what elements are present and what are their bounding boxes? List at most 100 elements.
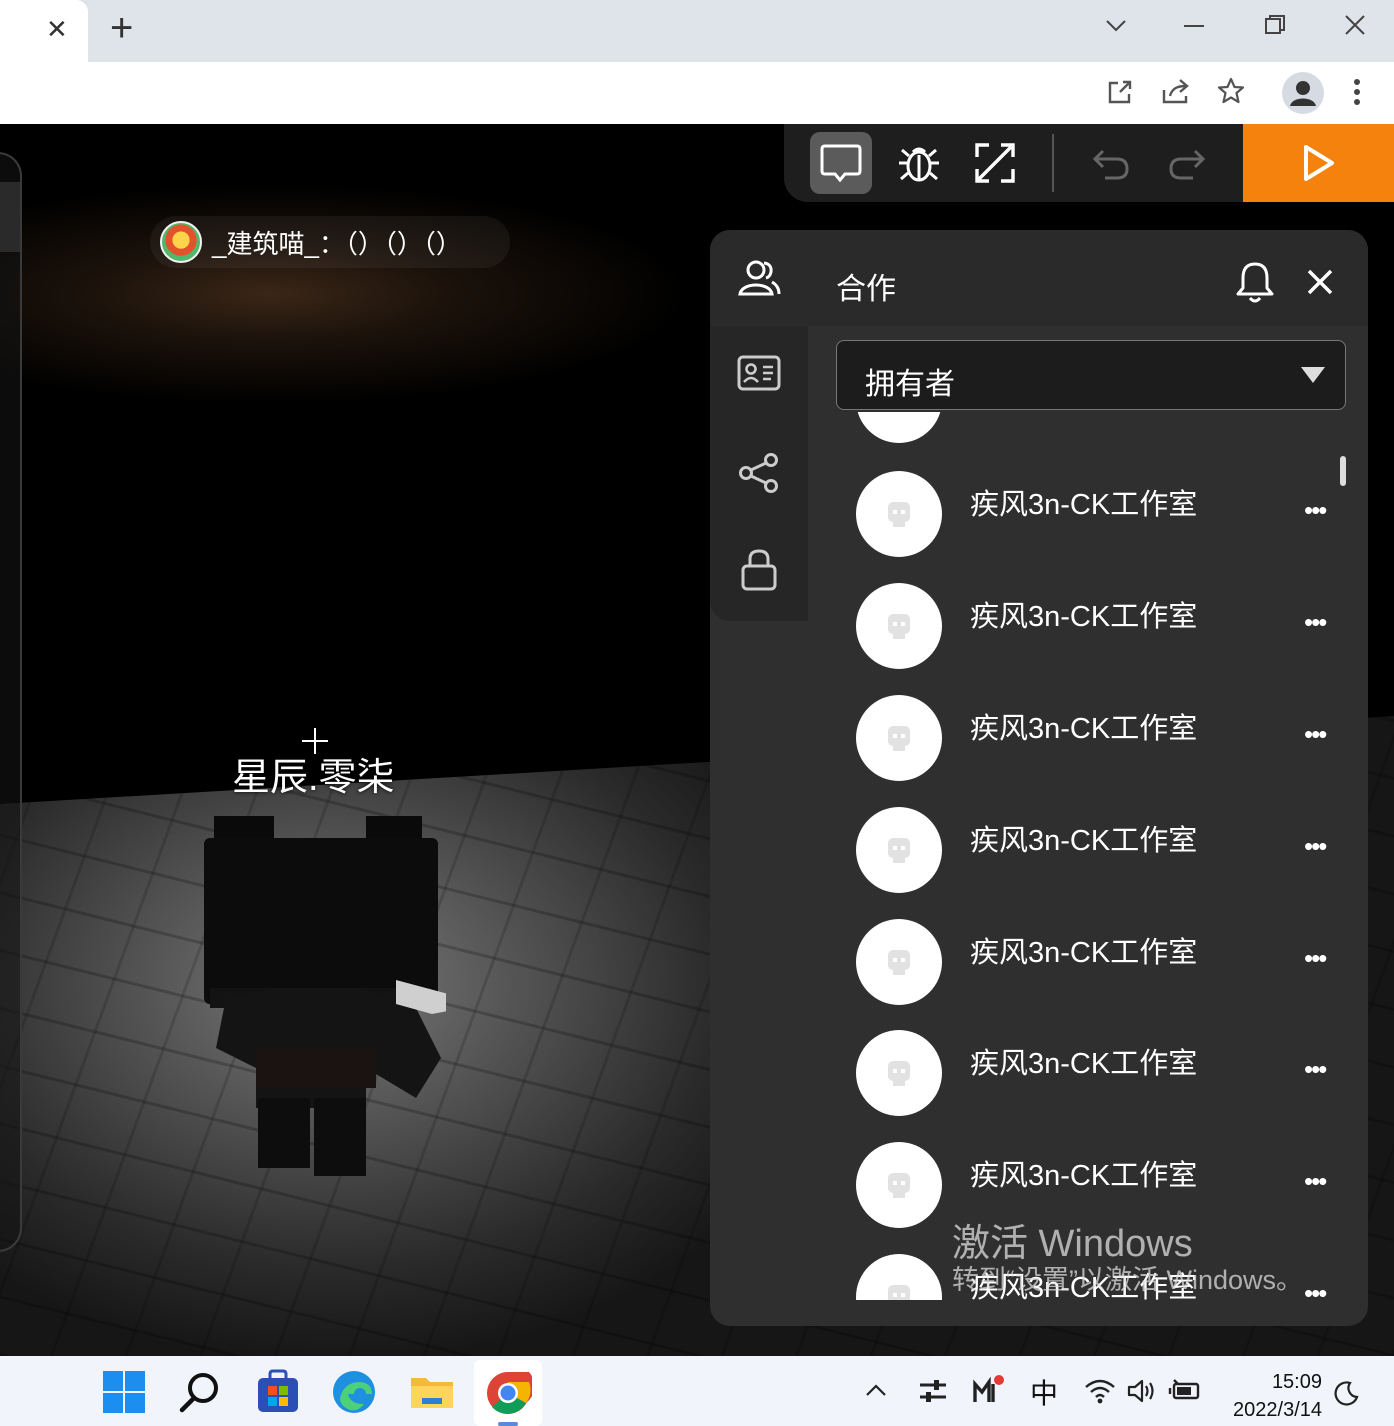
chat-text: ：（）（）（） [318, 228, 462, 259]
member-row[interactable]: 疾风3n-CK工作室 ••• [836, 807, 1336, 919]
more-options-icon[interactable]: ••• [1304, 497, 1327, 523]
expand-icon [975, 143, 1015, 183]
redo-button[interactable] [1156, 132, 1218, 194]
member-row[interactable]: 疾风3n-CK工作室 ••• [836, 583, 1336, 695]
edge-icon[interactable] [330, 1368, 378, 1416]
system-clock[interactable]: 15:09 2022/3/14 [1222, 1368, 1322, 1424]
list-scrollbar[interactable] [1340, 456, 1346, 486]
member-avatar [856, 1254, 942, 1300]
ime-indicator[interactable]: 中 [1030, 1372, 1058, 1412]
address-bar [0, 62, 1394, 178]
member-row-partial [836, 412, 1336, 469]
member-row[interactable]: 疾风3n-CK工作室 ••• [836, 471, 1336, 583]
chat-avatar [160, 221, 202, 263]
clock-date: 2022/3/14 [1233, 1399, 1322, 1421]
restore-icon[interactable] [1264, 14, 1286, 36]
volume-icon[interactable] [1126, 1378, 1158, 1404]
member-avatar [856, 583, 942, 669]
more-options-icon[interactable]: ••• [1304, 1056, 1327, 1082]
lock-icon[interactable] [740, 548, 778, 592]
undo-icon [1092, 149, 1129, 180]
member-avatar [856, 1030, 942, 1116]
role-select[interactable]: 拥有者 [836, 340, 1346, 410]
open-in-new-icon[interactable] [1106, 78, 1134, 106]
player-character [204, 816, 446, 1176]
person-icon [1290, 81, 1316, 106]
more-options-icon[interactable]: ••• [1304, 833, 1327, 859]
member-row[interactable]: 疾风3n-CK工作室 ••• [836, 695, 1336, 807]
chrome-icon [487, 1372, 532, 1414]
more-options-icon[interactable]: ••• [1304, 609, 1327, 635]
share-nodes-icon[interactable] [738, 452, 780, 494]
chrome-taskbar-slot[interactable] [474, 1360, 542, 1426]
more-options-icon[interactable]: ••• [1304, 1280, 1327, 1300]
browser-tab[interactable]: ✕ [0, 0, 88, 62]
skull-icon [888, 502, 910, 527]
tab-close-icon[interactable]: ✕ [46, 14, 68, 45]
window-close-icon[interactable] [1344, 14, 1366, 36]
member-list[interactable]: 疾风3n-CK工作室 ••• 疾风3n-CK工作室 ••• 疾风3n-CK工作室… [836, 412, 1336, 1300]
chat-button[interactable] [810, 132, 872, 194]
skull-icon [888, 838, 910, 863]
member-row[interactable]: 疾风3n-CK工作室 ••• [836, 919, 1336, 1031]
tab-search-icon[interactable] [1104, 16, 1128, 36]
member-row[interactable]: 疾风3n-CK工作室 ••• [836, 1030, 1336, 1142]
more-options-icon[interactable]: ••• [1304, 721, 1327, 747]
member-avatar [856, 412, 942, 443]
menu-dots-icon[interactable] [1352, 78, 1362, 108]
store-icon[interactable] [254, 1368, 302, 1416]
clock-time: 15:09 [1271, 1371, 1322, 1393]
member-name: 疾风3n-CK工作室 [970, 1160, 1198, 1192]
chat-username: _建筑喵_ [212, 228, 319, 259]
caret-down-icon [1301, 367, 1325, 383]
search-icon[interactable] [176, 1368, 224, 1416]
more-options-icon[interactable]: ••• [1304, 1168, 1327, 1194]
member-name: 疾风3n-CK工作室 [970, 1048, 1198, 1080]
skull-icon [888, 1173, 910, 1198]
app-tray-icon[interactable] [972, 1372, 1006, 1406]
collab-panel: 合作 拥有者 疾风3n-CK工作室 ••• 疾风3n-CK工作室 ••• 疾风3… [710, 230, 1368, 1326]
new-tab-button[interactable]: + [110, 6, 133, 51]
resize-button[interactable] [964, 132, 1026, 194]
undo-button[interactable] [1080, 132, 1142, 194]
bug-icon [899, 147, 939, 182]
minimize-icon[interactable] [1184, 24, 1206, 28]
play-icon [1303, 145, 1334, 181]
tray-overflow-icon[interactable] [864, 1382, 888, 1398]
member-avatar [856, 919, 942, 1005]
chat-message: _建筑喵_ ：（）（）（） [150, 216, 510, 268]
left-drawer-handle[interactable] [0, 182, 20, 252]
skull-icon [888, 1285, 910, 1300]
member-avatar [856, 695, 942, 781]
bell-icon[interactable] [1234, 260, 1276, 304]
bookmark-star-icon[interactable] [1216, 76, 1246, 106]
settings-sliders-icon[interactable] [918, 1378, 948, 1404]
tab-strip: ✕ + [0, 0, 1394, 62]
battery-icon[interactable] [1168, 1376, 1202, 1406]
play-button[interactable] [1243, 124, 1394, 202]
profile-avatar[interactable] [1282, 72, 1324, 114]
file-explorer-icon[interactable] [408, 1368, 456, 1416]
panel-close-icon[interactable] [1306, 268, 1334, 296]
member-name: 疾风3n-CK工作室 [970, 601, 1198, 633]
chat-bubble-icon [820, 144, 862, 183]
start-icon[interactable] [100, 1368, 148, 1416]
player-nameplate: 星辰.零柒 [232, 757, 395, 799]
debug-button[interactable] [888, 132, 950, 194]
skull-icon [888, 614, 910, 639]
members-icon[interactable] [736, 258, 782, 298]
id-card-icon[interactable] [737, 354, 781, 392]
wifi-icon[interactable] [1084, 1378, 1116, 1404]
member-avatar [856, 471, 942, 557]
skull-icon [888, 950, 910, 975]
editor-toolbar [784, 124, 1244, 202]
member-avatar [856, 807, 942, 893]
skull-icon [888, 1061, 910, 1086]
activation-watermark-text: 转到“设置”以激活 Windows。 [952, 1265, 1304, 1295]
taskbar: 中 [0, 1356, 1394, 1426]
more-options-icon[interactable]: ••• [1304, 945, 1327, 971]
share-icon[interactable] [1160, 78, 1192, 106]
redo-icon [1169, 149, 1206, 180]
left-drawer-edge[interactable] [0, 152, 22, 1252]
focus-moon-icon[interactable] [1334, 1380, 1360, 1406]
